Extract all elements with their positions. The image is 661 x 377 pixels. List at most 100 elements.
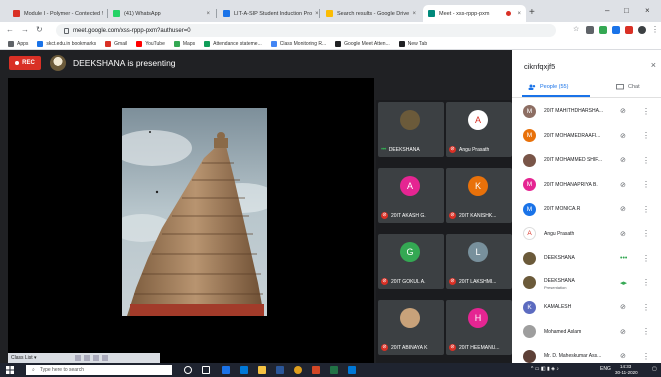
more-options-icon[interactable]: ⋮ xyxy=(642,180,650,189)
tab-close-icon[interactable]: × xyxy=(312,11,318,17)
taskbar-search-input[interactable]: ⌕ Type here to search xyxy=(26,365,172,375)
participant-tile[interactable]: G ⊘ 20IT GOKUL A. xyxy=(378,234,444,289)
participant-list-item[interactable]: A Angu Prasath ⊘ ⋮ xyxy=(512,222,661,246)
bookmark-item[interactable]: New Tab xyxy=(398,41,427,47)
participant-list-item[interactable]: DEEKSHANA Presentation ◂▸ ⋮ xyxy=(512,271,661,295)
participant-tile[interactable]: K ⊘ 20IT KANISHK... xyxy=(446,168,512,223)
extension-icon[interactable] xyxy=(612,26,620,34)
more-options-icon[interactable]: ⋮ xyxy=(642,107,650,116)
more-options-icon[interactable]: ⋮ xyxy=(642,352,650,361)
bookmark-item[interactable]: Attendance stateme... xyxy=(204,41,262,47)
presenting-label: DEEKSHANA is presenting xyxy=(73,58,176,68)
bookmarks-bar: Apps skct.edu.in bookmarks Gmail YouTube Map… xyxy=(0,39,661,50)
participant-name: Angu Prasath xyxy=(459,146,490,153)
explorer-icon[interactable] xyxy=(258,366,266,374)
participant-list-item[interactable]: K KAMALESH ⊘ ⋮ xyxy=(512,295,661,319)
clock-time[interactable]: 14:33 xyxy=(620,364,631,369)
forward-arrow-icon[interactable]: → xyxy=(21,25,29,35)
minimize-icon[interactable]: – xyxy=(605,6,609,15)
bookmark-item[interactable]: Class Monitoring R... xyxy=(270,41,326,47)
class-list-toolbar[interactable]: Class List ▾ xyxy=(8,353,160,363)
app-icon[interactable] xyxy=(348,366,356,374)
browser-tab-active[interactable]: Meet - xss-rppp-pxm × xyxy=(423,5,526,22)
participant-list-item[interactable]: M 20IT MOHANAPRIYA B. ⊘ ⋮ xyxy=(512,173,661,197)
tab-chat-label: Chat xyxy=(628,84,640,90)
browser-tab[interactable]: Search results - Google Drive × xyxy=(321,5,421,22)
mic-off-icon: ⊘ xyxy=(620,132,626,140)
toolbar-icon[interactable] xyxy=(101,355,108,361)
temple-photo xyxy=(122,108,267,316)
more-options-icon[interactable]: ⋮ xyxy=(642,131,650,140)
participant-tile[interactable]: A ⊘ Angu Prasath xyxy=(446,102,512,157)
browser-tab[interactable]: LIT-A-SIP Student Induction Pro × xyxy=(218,5,318,22)
tray-icons[interactable]: ^ ▭ ◧ ▮ ◈ ♪ xyxy=(531,366,559,372)
tab-chat[interactable]: Chat xyxy=(616,84,640,90)
more-options-icon[interactable]: ⋮ xyxy=(642,254,650,263)
more-options-icon[interactable]: ⋮ xyxy=(642,229,650,238)
windows-start-icon[interactable] xyxy=(6,366,14,374)
participant-list-item[interactable]: DEEKSHANA ••• ⋮ xyxy=(512,246,661,270)
more-options-icon[interactable]: ⋮ xyxy=(642,156,650,165)
profile-avatar[interactable] xyxy=(638,26,646,34)
participant-list-item[interactable]: Mohamed Aslam ⊘ ⋮ xyxy=(512,320,661,344)
toolbar-icon[interactable] xyxy=(74,355,81,361)
extension-icon[interactable] xyxy=(599,26,607,34)
bookmark-item[interactable]: skct.edu.in bookmarks xyxy=(37,41,96,47)
browser-tab[interactable]: Module I - Polymer - Contected ! × xyxy=(8,5,106,22)
tab-close-icon[interactable]: × xyxy=(103,11,106,17)
more-options-icon[interactable]: ⋮ xyxy=(642,278,650,287)
presenter-avatar xyxy=(50,55,66,71)
panel-close-icon[interactable]: × xyxy=(651,60,656,70)
tab-close-icon[interactable]: × xyxy=(203,11,210,17)
extension-icon[interactable] xyxy=(625,26,633,34)
cortana-icon[interactable] xyxy=(184,366,192,374)
window-close-icon[interactable]: × xyxy=(645,6,650,15)
extension-icon[interactable] xyxy=(586,26,594,34)
participant-list-item[interactable]: M 20IT MAHITHDHARSHA... ⊘ ⋮ xyxy=(512,99,661,123)
tab-close-icon[interactable]: × xyxy=(514,11,521,17)
participant-tile[interactable]: H ⊘ 20IT HEEMANU... xyxy=(446,300,512,355)
tab-close-icon[interactable]: × xyxy=(409,11,416,17)
bookmark-item[interactable]: Gmail xyxy=(105,41,127,47)
back-arrow-icon[interactable]: ← xyxy=(6,25,14,35)
toolbar-icon[interactable] xyxy=(83,355,90,361)
participant-name: DEEKSHANA xyxy=(544,255,575,261)
new-tab-button[interactable]: + xyxy=(529,8,535,18)
powerpoint-icon[interactable] xyxy=(312,366,320,374)
participant-list-item[interactable]: M 20IT MONICA.R ⊘ ⋮ xyxy=(512,197,661,221)
participant-tile[interactable]: ⊘ 20IT ABINAYA K xyxy=(378,300,444,355)
participant-list-item[interactable]: 20IT MOHAMMED SHIF... ⊘ ⋮ xyxy=(512,148,661,172)
more-options-icon[interactable]: ⋮ xyxy=(642,327,650,336)
reload-icon[interactable]: ↻ xyxy=(36,25,43,35)
toolbar-icon[interactable] xyxy=(92,355,99,361)
app-icon[interactable] xyxy=(276,366,284,374)
language-indicator[interactable]: ENG xyxy=(600,366,611,372)
tab-people[interactable]: People (55) xyxy=(528,84,568,90)
browser-tab[interactable]: (41) WhatsApp × xyxy=(108,5,215,22)
url-input[interactable]: meet.google.com/xss-rppp-pxm?authuser=0 xyxy=(56,24,556,37)
bookmark-item[interactable]: Apps xyxy=(8,41,28,47)
menu-dots-icon[interactable]: ⋮ xyxy=(651,25,659,35)
clock-date[interactable]: 30-11-2020 xyxy=(615,370,638,375)
bookmark-item[interactable]: Maps xyxy=(173,41,196,47)
participant-tile[interactable]: A ⊘ 20IT AKASH G. xyxy=(378,168,444,223)
participant-list-item[interactable]: M 20IT MOHAMEDRAAFI... ⊘ ⋮ xyxy=(512,124,661,148)
notifications-icon[interactable]: ▢ xyxy=(652,366,657,372)
excel-icon[interactable] xyxy=(330,366,338,374)
task-view-icon[interactable] xyxy=(202,366,210,374)
star-icon[interactable]: ☆ xyxy=(573,25,579,35)
bookmark-item[interactable]: Google Meet Atten... xyxy=(335,41,390,47)
edge-icon[interactable] xyxy=(222,366,230,374)
bookmark-item[interactable]: YouTube xyxy=(136,41,165,47)
more-options-icon[interactable]: ⋮ xyxy=(642,205,650,214)
maximize-icon[interactable]: □ xyxy=(624,6,629,15)
chrome-icon[interactable] xyxy=(294,366,302,374)
participant-tile-label: ••• DEEKSHANA xyxy=(381,147,420,153)
mic-off-icon: ⊘ xyxy=(620,353,626,360)
participant-tile[interactable]: ••• DEEKSHANA xyxy=(378,102,444,157)
bookmark-label: Maps xyxy=(182,41,196,47)
store-icon[interactable] xyxy=(240,366,248,374)
more-options-icon[interactable]: ⋮ xyxy=(642,303,650,312)
participant-name: Mohamed Aslam xyxy=(544,328,582,335)
participant-tile[interactable]: L ⊘ 20IT LAKSHMI... xyxy=(446,234,512,289)
